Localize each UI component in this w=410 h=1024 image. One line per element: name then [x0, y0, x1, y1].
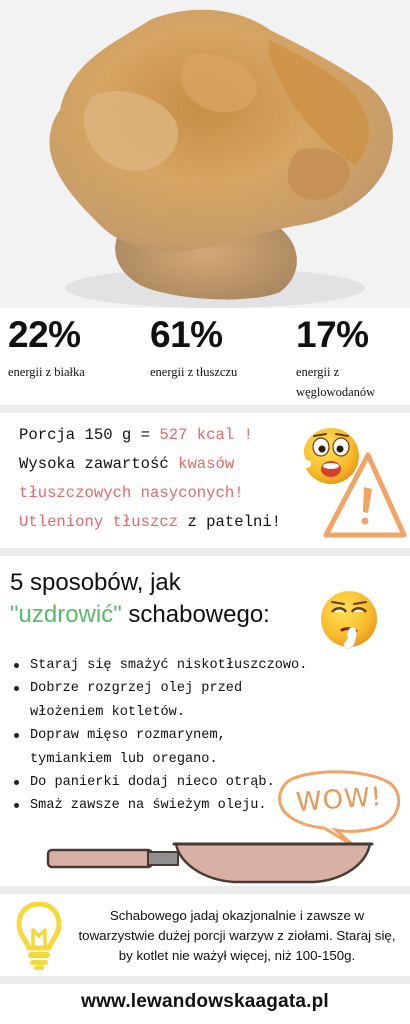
serving-tip-panel: Schabowego jadaj okazjonalnie i zawsze w… — [0, 894, 410, 976]
warning-line: tłuszczowych nasyconych! — [19, 484, 244, 502]
shocked-emoji-icon — [300, 428, 359, 484]
stat-label-line: węglowodanów — [296, 385, 376, 399]
list-item: Dopraw mięso rozmarynem, tymiankiem lub … — [14, 724, 314, 771]
warning-panel: Porcja 150 g = 527 kcal ! Wysoka zawarto… — [0, 413, 410, 548]
tips-panel: 5 sposobów, jak "uzdrowić" schabowego: S… — [0, 556, 410, 886]
stat-label-line: energii z — [296, 365, 340, 379]
website-link[interactable]: www.lewandowskaagata.pl — [0, 991, 410, 1013]
warning-text: Wysoka zawartość — [19, 455, 179, 473]
stat-percent: 17% — [296, 314, 369, 355]
warning-highlight: tłuszczowych nasyconych! — [19, 484, 244, 502]
warning-line: Utleniony tłuszcz z patelni! — [19, 513, 281, 531]
frying-pan-icon — [46, 842, 374, 884]
warning-line: Porcja 150 g = 527 kcal ! — [19, 426, 253, 444]
tips-title-highlight: "uzdrowić" — [10, 601, 122, 628]
list-item: Smaż zawsze na świeżym oleju. — [14, 794, 314, 817]
list-item: Dobrze rozgrzej olej przed włożeniem kot… — [14, 677, 314, 724]
list-item: Staraj się smażyć niskotłuszczowo. — [14, 654, 314, 677]
breaded-cutlet-photo — [0, 0, 410, 308]
stat-label: energii z tłuszczu — [150, 365, 238, 379]
thinking-emoji-icon — [321, 591, 377, 649]
footer: www.lewandowskaagata.pl — [0, 984, 410, 1024]
wow-text: WOW! — [295, 782, 384, 818]
warning-highlight: kwasów — [178, 455, 235, 473]
tips-title-suffix: schabowego: — [121, 601, 270, 628]
hero-cutlet-photo — [0, 0, 410, 308]
tips-list: Staraj się smażyć niskotłuszczowo. Dobrz… — [14, 654, 314, 818]
warning-highlight: 527 kcal ! — [159, 426, 253, 444]
lightbulb-icon — [16, 901, 62, 970]
tips-title-line2: "uzdrowić" schabowego: — [10, 601, 270, 629]
list-item: Do panierki dodaj nieco otrąb. — [14, 771, 314, 794]
warning-text: Porcja 150 g = — [19, 426, 160, 444]
tips-title: 5 sposobów, jak — [10, 569, 181, 596]
stat-label: energii z białka — [8, 365, 85, 379]
warning-text: z patelni! — [178, 513, 282, 531]
serving-tip-text: Schabowego jadaj okazjonalnie i zawsze w… — [78, 908, 396, 963]
energy-stats: 22% energii z białka 61% energii z tłusz… — [0, 308, 410, 405]
warning-line: Wysoka zawartość kwasów — [19, 455, 234, 473]
stat-label: energii z węglowodanów — [296, 362, 375, 402]
warning-highlight: Utleniony tłuszcz — [19, 513, 179, 531]
stat-percent: 61% — [150, 314, 223, 355]
stat-percent: 22% — [8, 314, 81, 355]
